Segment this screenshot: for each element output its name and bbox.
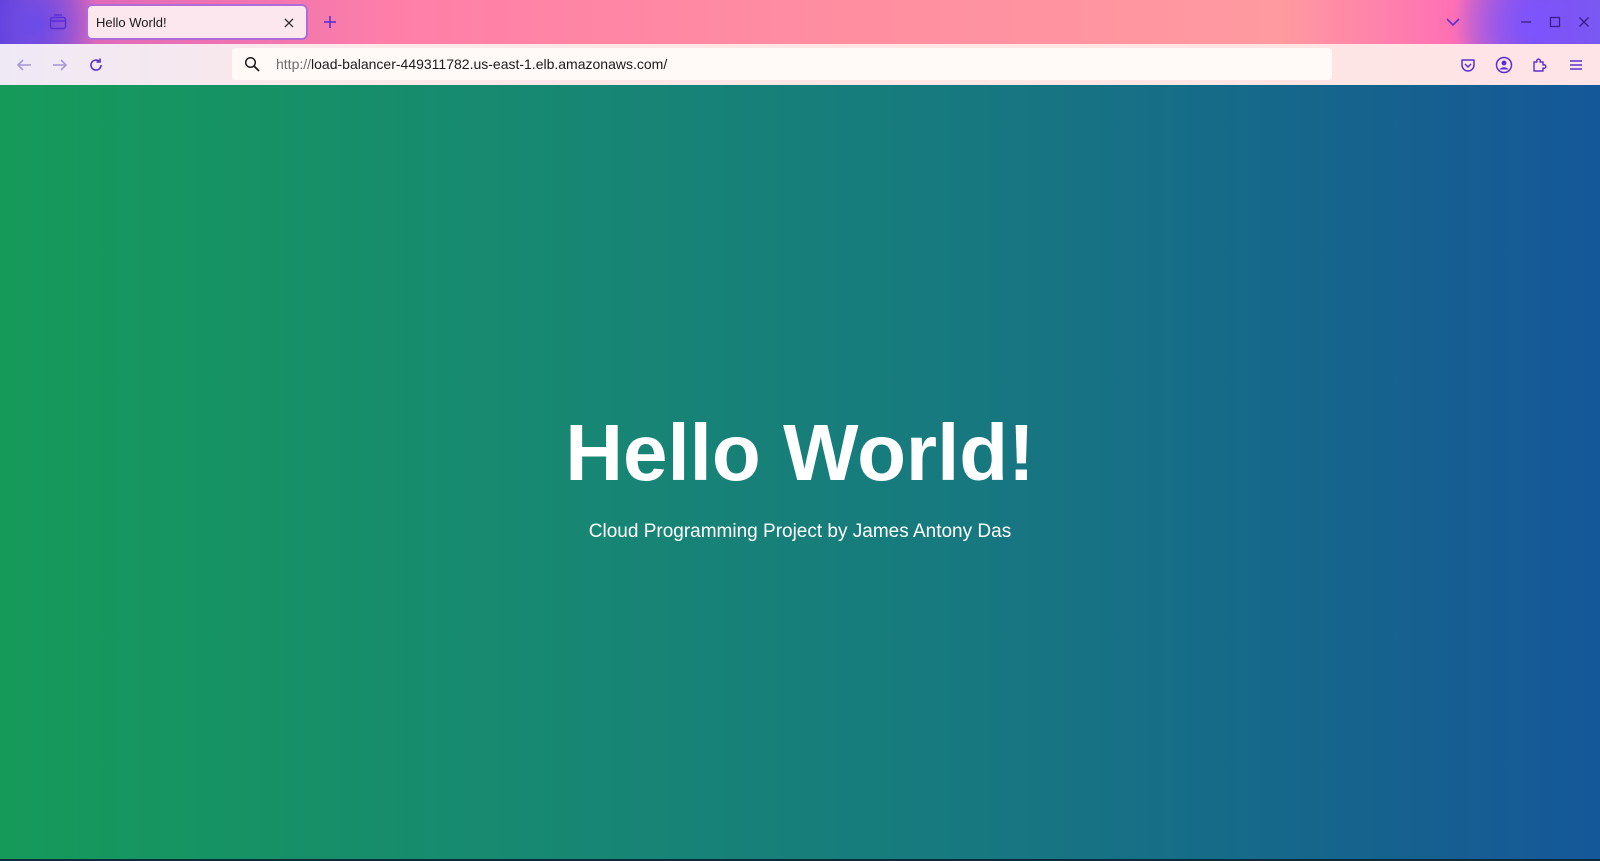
- url-host-path: load-balancer-449311782.us-east-1.elb.am…: [311, 56, 668, 72]
- url-scheme: http://: [276, 56, 312, 72]
- reload-icon[interactable]: [83, 52, 109, 78]
- minimize-icon[interactable]: [1512, 10, 1540, 34]
- close-icon[interactable]: ×: [280, 13, 298, 32]
- tab-groups-icon[interactable]: [46, 11, 70, 33]
- extensions-icon[interactable]: [1527, 52, 1553, 78]
- forward-arrow-icon[interactable]: [47, 52, 73, 78]
- search-icon: [244, 55, 262, 73]
- page-viewport: Hello World! Cloud Programming Project b…: [0, 85, 1600, 861]
- tab-strip: Hello World! ×: [0, 0, 1600, 44]
- account-icon[interactable]: [1491, 52, 1517, 78]
- plus-icon[interactable]: [318, 10, 342, 34]
- tab-hello-world[interactable]: Hello World! ×: [86, 4, 308, 40]
- navigation-bar: http://load-balancer-449311782.us-east-1…: [0, 44, 1600, 85]
- page-title: Hello World!: [565, 408, 1035, 497]
- maximize-icon[interactable]: [1541, 10, 1569, 34]
- back-arrow-icon[interactable]: [11, 52, 37, 78]
- pocket-icon[interactable]: [1455, 52, 1481, 78]
- page-subtitle: Cloud Programming Project by James Anton…: [588, 521, 1012, 542]
- chevron-down-icon[interactable]: [1441, 10, 1465, 34]
- url-bar[interactable]: http://load-balancer-449311782.us-east-1…: [232, 48, 1332, 80]
- hero-section: Hello World! Cloud Programming Project b…: [0, 85, 1600, 861]
- hamburger-menu-icon[interactable]: [1563, 52, 1589, 78]
- url-text[interactable]: http://load-balancer-449311782.us-east-1…: [276, 56, 667, 72]
- window-close-icon[interactable]: [1570, 10, 1598, 34]
- tab-title: Hello World!: [96, 14, 167, 30]
- browser-window: Hello World! × http://load-balancer-4493…: [0, 0, 1600, 861]
